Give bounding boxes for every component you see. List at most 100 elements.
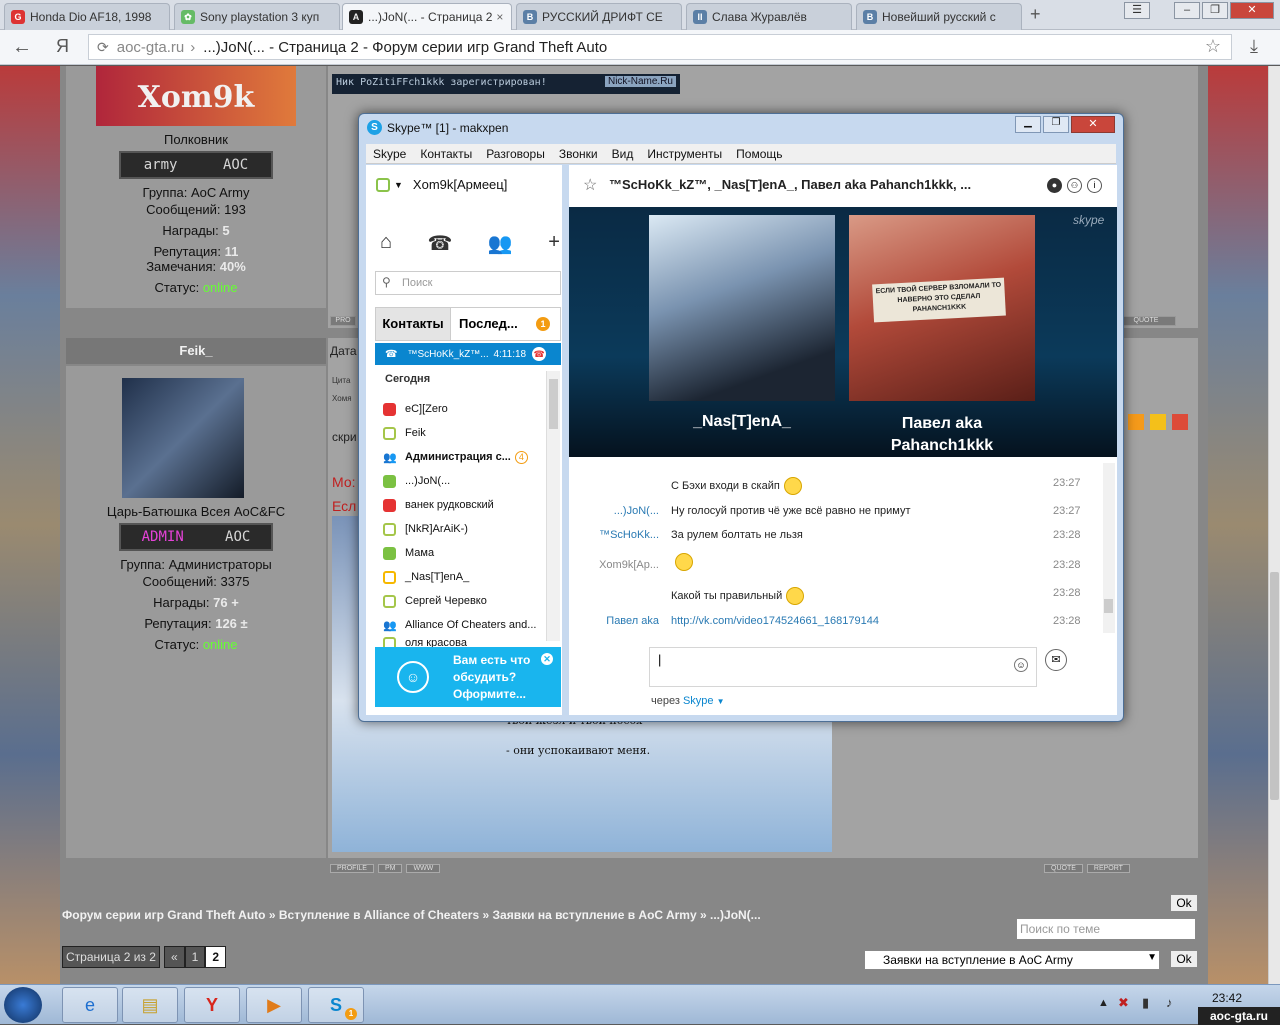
chevron-down-icon[interactable]: ▼ [717, 697, 725, 706]
rep-count[interactable]: 11 [225, 244, 239, 259]
contact-item[interactable]: [NkR]ArAiK-) [375, 517, 545, 541]
forum-select[interactable]: Заявки на вступление в AoC Army ▼ [864, 950, 1160, 970]
active-call-item[interactable]: ☎ ™ScHoKk_kZ™... 4:11:18 ☎ [375, 343, 561, 365]
url-field[interactable]: ⟳ aoc-gta.ru › ...)JoN(... - Страница 2 … [88, 34, 1232, 60]
scroll-thumb[interactable] [1270, 572, 1279, 800]
tab-recent[interactable]: Послед... 1 [451, 307, 561, 341]
contact-list-scrollbar[interactable] [546, 371, 560, 641]
google-plus-icon[interactable] [1172, 414, 1188, 430]
topic-search-input[interactable]: Поиск по теме [1016, 918, 1196, 940]
close-window-button[interactable]: ✕ [1230, 2, 1274, 19]
menu-calls[interactable]: Звонки [552, 147, 605, 161]
explorer-taskbar-icon[interactable]: ▤ [122, 987, 178, 1023]
yandex-logo[interactable]: Я [56, 36, 69, 57]
go-button[interactable]: Ok [1170, 950, 1198, 968]
menu-view[interactable]: Вид [605, 147, 641, 161]
menu-contacts[interactable]: Контакты [413, 147, 479, 161]
scroll-thumb[interactable] [1104, 599, 1113, 613]
bookmark-star-icon[interactable]: ☆ [1205, 36, 1221, 57]
menu-tools[interactable]: Инструменты [640, 147, 729, 161]
participant-video-1[interactable] [649, 215, 835, 401]
www-button[interactable]: WWW [406, 864, 441, 873]
participant-video-2[interactable]: ЕСЛИ ТВОЙ СЕРВЕР ВЗЛОМАЛИ ТО НАВЕРНО ЭТО… [849, 215, 1035, 401]
report-button[interactable]: REPORT [1086, 864, 1130, 873]
favorite-star-icon[interactable]: ☆ [583, 175, 597, 195]
promo-banner[interactable]: ☺ Вам есть что обсудить? Оформите... ✕ [375, 647, 561, 707]
clock[interactable]: 23:42 [1212, 991, 1242, 1005]
tray-expand-icon[interactable]: ▲ [1098, 997, 1109, 1009]
message-author[interactable]: Xom9k[Ap... [583, 559, 659, 571]
network-error-icon[interactable]: ✖ [1118, 995, 1129, 1011]
ok-button[interactable]: Ok [1170, 894, 1198, 912]
menu-skype[interactable]: Skype [366, 147, 413, 161]
send-message-icon[interactable]: ✉ [1045, 649, 1067, 671]
via-selector[interactable]: Skype [683, 695, 714, 707]
menu-help[interactable]: Помощь [729, 147, 789, 161]
page-1[interactable]: 1 [184, 946, 206, 968]
yandex-browser-taskbar-icon[interactable]: Y [184, 987, 240, 1023]
contact-item[interactable]: 👥 Alliance Of Cheaters and... [375, 613, 545, 637]
contact-item[interactable]: ванек рудковский [375, 493, 545, 517]
emoticon-picker-icon[interactable]: ☺ [1014, 658, 1028, 672]
close-tab-icon[interactable]: × [496, 10, 503, 24]
nick-banner[interactable]: Ник PoZitiFFch1kkk зарегистрирован! Nick… [332, 74, 680, 94]
tab-active-forum[interactable]: A ...)JoN(... - Страница 2 × [342, 3, 512, 30]
scroll-thumb[interactable] [549, 379, 558, 429]
minimize-button[interactable]: – [1174, 2, 1200, 19]
end-call-icon[interactable]: ☎ [532, 347, 547, 361]
my-profile[interactable]: ▼ Xom9k[Армеец] [376, 177, 507, 192]
awards-count[interactable]: 5 [222, 223, 229, 238]
quote-button[interactable]: QUOTE [1116, 316, 1176, 326]
breadcrumb-link[interactable]: Заявки на вступление в AoC Army [493, 908, 697, 922]
maximize-button[interactable]: ❐ [1202, 2, 1228, 19]
page-prev[interactable]: « [163, 946, 185, 968]
breadcrumb-link[interactable]: Вступление в Alliance of Cheaters [279, 908, 479, 922]
conversation-title[interactable]: ™ScHoKk_kZ™, _Nas[T]enA_, Павел aka Paha… [609, 177, 989, 192]
breadcrumb-link[interactable]: Форум серии игр Grand Theft Auto [62, 908, 265, 922]
quote-button[interactable]: QUOTE [1044, 864, 1083, 873]
mail-icon[interactable] [1150, 414, 1166, 430]
contact-item[interactable]: Feik [375, 421, 545, 445]
awards-plus[interactable]: + [231, 595, 239, 610]
skype-maximize-button[interactable]: ❐ [1043, 116, 1069, 133]
contact-item[interactable]: Мама [375, 541, 545, 565]
contact-item[interactable]: ...)JoN(... [375, 469, 545, 493]
skype-title-bar[interactable]: S Skype™ [1] - makxpen ▁ ❐ ✕ [359, 114, 1123, 142]
message-author[interactable]: ™ScHoKk... [583, 529, 659, 541]
home-icon[interactable]: ⌂ [380, 231, 392, 256]
message-link[interactable]: http://vk.com/video174524661_168179144 [671, 615, 879, 627]
menu-button[interactable]: ☰ [1124, 2, 1150, 19]
skype-close-button[interactable]: ✕ [1071, 116, 1115, 133]
user-name-header[interactable]: Feik_ [66, 338, 326, 364]
user-avatar-photo[interactable] [122, 378, 244, 498]
close-icon[interactable]: ✕ [541, 653, 553, 665]
back-arrow-icon[interactable]: ← [12, 36, 32, 59]
contact-item[interactable]: eC][Zero [375, 397, 545, 421]
page-scrollbar[interactable] [1268, 66, 1280, 984]
status-dropdown-icon[interactable]: ▼ [394, 180, 403, 190]
add-contact-icon[interactable]: + [548, 231, 560, 256]
tab-slava[interactable]: II Слава Журавлёв [686, 3, 852, 30]
message-scrollbar[interactable] [1103, 463, 1115, 633]
message-author[interactable]: Павел aka [583, 615, 659, 627]
group-contacts-icon[interactable]: 👥 [488, 231, 513, 256]
tab-contacts[interactable]: Контакты [375, 307, 451, 341]
user-avatar[interactable]: Xom9k [96, 66, 296, 126]
contact-item[interactable]: Сергей Черевко [375, 589, 545, 613]
participants-icon[interactable]: ⚇ [1067, 178, 1082, 193]
rep-count[interactable]: 126 [215, 616, 237, 631]
new-tab-button[interactable]: + [1030, 4, 1041, 25]
media-player-taskbar-icon[interactable]: ▶ [246, 987, 302, 1023]
tab-honda[interactable]: G Honda Dio AF18, 1998 [4, 3, 170, 30]
info-icon[interactable]: i [1087, 178, 1102, 193]
pm-button[interactable]: PM [377, 864, 403, 873]
skype-search-input[interactable]: ⚲ Поиск [375, 271, 561, 295]
download-icon[interactable]: ⤓ [1250, 36, 1258, 57]
call-phone-icon[interactable]: ☎ [428, 231, 453, 256]
rep-plus-minus[interactable]: ± [241, 616, 248, 631]
ie-taskbar-icon[interactable]: e [62, 987, 118, 1023]
tab-vk-drift[interactable]: B РУССКИЙ ДРИФТ СЕ [516, 3, 682, 30]
skype-minimize-button[interactable]: ▁ [1015, 116, 1041, 133]
message-input[interactable]: | ☺ [649, 647, 1037, 687]
contact-item[interactable]: 👥 Администрация с... 4 [375, 445, 545, 469]
